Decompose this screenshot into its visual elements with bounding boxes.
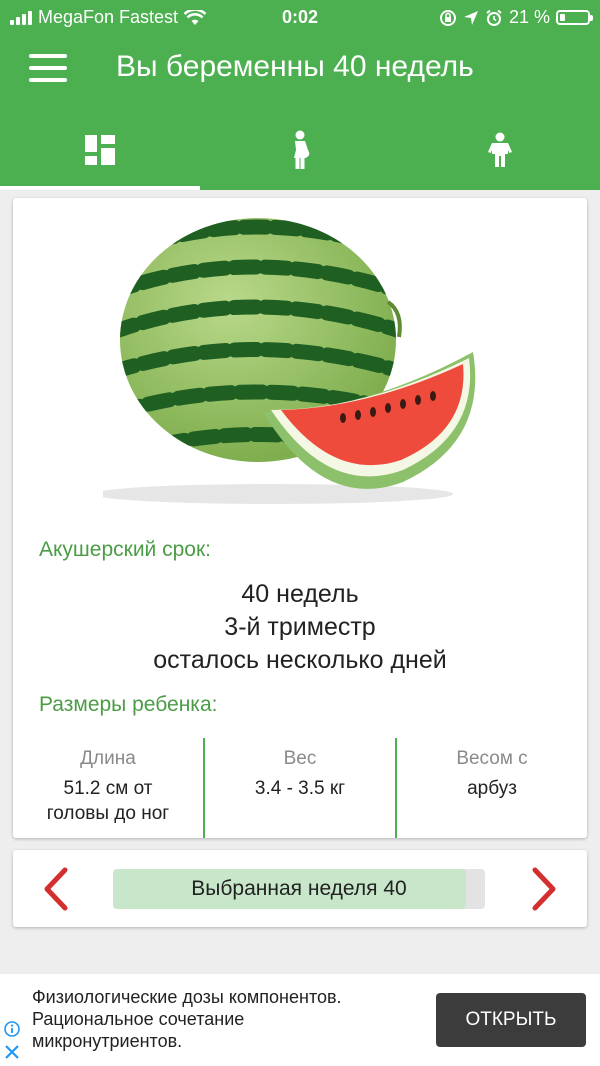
tab-bar	[0, 110, 600, 190]
status-bar: MegaFon Fastest 0:02 21 %	[0, 0, 600, 36]
size-length-value: 51.2 см от головы до ног	[46, 778, 170, 824]
battery-icon	[556, 10, 593, 25]
rotation-lock-icon	[439, 9, 456, 26]
term-label: Акушерский срок:	[39, 538, 211, 561]
menu-icon[interactable]	[29, 54, 67, 82]
tab-overview[interactable]	[0, 110, 200, 190]
toolbar: Вы беременны 40 недель	[0, 36, 600, 102]
baby-sizes-table: Длина 51.2 см от головы до ног Вес 3.4 -…	[13, 738, 587, 838]
tab-baby[interactable]	[400, 110, 600, 190]
ad-close-icon[interactable]	[4, 1044, 20, 1060]
term-trimester: 3-й триместр	[224, 613, 376, 641]
tab-mother[interactable]	[200, 110, 400, 190]
ad-banner[interactable]: Физиологические дозы компонентов. Рацион…	[0, 974, 600, 1066]
chevron-right-icon[interactable]	[519, 866, 565, 912]
size-weight-value: 3.4 - 3.5 кг	[254, 778, 346, 799]
term-weeks: 40 недель	[241, 580, 359, 608]
term-remaining: осталось несколько дней	[153, 646, 447, 674]
battery-percent: 21 %	[508, 7, 550, 27]
size-length: Длина 51.2 см от головы до ног	[13, 738, 203, 838]
size-compare-value: арбуз	[467, 778, 517, 799]
battery-level	[560, 14, 565, 21]
term-details: 40 недель 3-й триместр осталось нескольк…	[13, 578, 587, 677]
selected-week-label: Выбранная неделя 40	[191, 877, 407, 900]
ad-open-button[interactable]: ОТКРЫТЬ	[436, 993, 586, 1047]
ad-text: Физиологические дозы компонентов. Рацион…	[32, 987, 342, 1051]
ad-info-icon[interactable]	[4, 1021, 20, 1037]
location-icon	[463, 10, 478, 25]
pregnant-woman-icon	[294, 130, 310, 169]
size-length-header: Длина	[80, 748, 136, 769]
alarm-icon	[486, 9, 502, 26]
page-title: Вы беременны 40 недель	[116, 50, 474, 83]
size-compare-header: Весом с	[456, 748, 528, 769]
size-compare: Весом с арбуз	[395, 738, 587, 838]
child-icon	[488, 132, 512, 167]
week-navigator: Выбранная неделя 40	[13, 850, 587, 927]
size-weight-header: Вес	[283, 748, 317, 769]
size-weight: Вес 3.4 - 3.5 кг	[203, 738, 395, 838]
dashboard-icon	[85, 135, 115, 165]
week-info-card: Акушерский срок: 40 недель 3-й триместр …	[13, 198, 587, 838]
week-progress-bar[interactable]: Выбранная неделя 40	[113, 869, 485, 909]
sizes-label: Размеры ребенка:	[39, 693, 218, 716]
app-header: MegaFon Fastest 0:02 21 % Вы беременны 4…	[0, 0, 600, 190]
watermelon-image	[103, 218, 476, 504]
chevron-left-icon[interactable]	[35, 866, 81, 912]
